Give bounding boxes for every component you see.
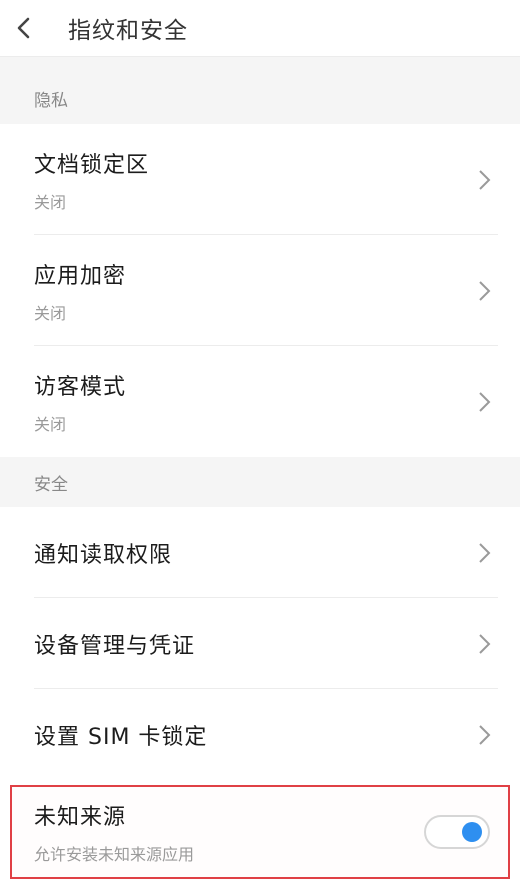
list-item-app-encryption[interactable]: 应用加密 关闭 <box>0 235 520 346</box>
item-status: 关闭 <box>34 414 67 434</box>
chevron-right-icon <box>478 168 492 192</box>
item-title: 应用加密 <box>34 263 127 289</box>
top-bar: 指纹和安全 <box>0 0 520 57</box>
item-title: 通知读取权限 <box>34 542 173 568</box>
chevron-right-icon <box>478 723 492 747</box>
item-description: 允许安装未知来源应用 <box>34 845 195 864</box>
list-item-device-admin[interactable]: 设备管理与凭证 <box>0 598 520 689</box>
item-title: 设置 SIM 卡锁定 <box>34 724 208 750</box>
item-title: 设备管理与凭证 <box>34 633 196 659</box>
chevron-left-icon <box>17 17 30 39</box>
settings-page: 指纹和安全 隐私 文档锁定区 关闭 应用加密 关闭 访客模式 关闭 安全 通知读… <box>0 0 520 883</box>
unknown-sources-toggle[interactable] <box>424 815 490 849</box>
list-item-guest-mode[interactable]: 访客模式 关闭 <box>0 346 520 457</box>
chevron-right-icon <box>478 279 492 303</box>
item-title: 文档锁定区 <box>34 152 150 178</box>
page-title: 指纹和安全 <box>68 18 188 44</box>
item-title: 未知来源 <box>34 805 127 830</box>
list-item-unknown-sources[interactable]: 未知来源 允许安装未知来源应用 <box>10 785 510 879</box>
item-status: 关闭 <box>34 192 67 212</box>
item-status: 关闭 <box>34 303 67 323</box>
chevron-right-icon <box>478 632 492 656</box>
back-button[interactable] <box>0 0 64 57</box>
list-item-notification-access[interactable]: 通知读取权限 <box>0 507 520 598</box>
toggle-knob <box>462 822 482 842</box>
section-header-security: 安全 <box>0 457 520 507</box>
chevron-right-icon <box>478 390 492 414</box>
item-title: 访客模式 <box>34 374 127 400</box>
list-item-sim-lock[interactable]: 设置 SIM 卡锁定 <box>0 689 520 780</box>
list-item-document-lock[interactable]: 文档锁定区 关闭 <box>0 124 520 235</box>
chevron-right-icon <box>478 541 492 565</box>
section-header-privacy: 隐私 <box>0 57 520 124</box>
